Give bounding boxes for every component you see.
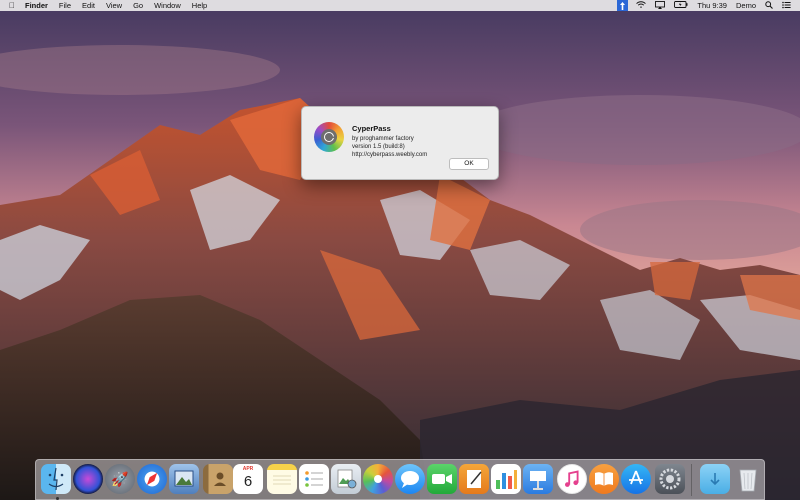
- ok-button[interactable]: OK: [449, 158, 489, 170]
- calendar-day: 6: [243, 473, 253, 490]
- downloads-folder-icon[interactable]: [700, 464, 730, 494]
- numbers-icon[interactable]: [491, 464, 521, 494]
- launchpad-icon[interactable]: 🚀: [105, 464, 135, 494]
- facetime-icon[interactable]: [427, 464, 457, 494]
- contacts-icon[interactable]: [203, 464, 233, 494]
- dialog-url: http://cyberpass.weebly.com: [352, 152, 428, 158]
- system-preferences-icon[interactable]: [655, 464, 685, 494]
- siri-icon[interactable]: [73, 464, 103, 494]
- clock-text[interactable]: Thu 9:39: [697, 1, 727, 10]
- cyperpass-app-icon: [314, 122, 344, 152]
- calendar-icon[interactable]: APR 6: [233, 464, 263, 494]
- messages-icon[interactable]: [395, 464, 425, 494]
- menu-edit[interactable]: Edit: [82, 1, 95, 10]
- calendar-month: APR: [242, 466, 254, 472]
- keynote-icon[interactable]: [523, 464, 553, 494]
- menu-bar:  Finder File Edit View Go Window Help T…: [0, 0, 800, 11]
- ibooks-icon[interactable]: [589, 464, 619, 494]
- menu-file[interactable]: File: [59, 1, 71, 10]
- trash-icon[interactable]: [733, 464, 763, 494]
- photos-icon[interactable]: [363, 464, 393, 494]
- photo-editor-icon[interactable]: [169, 464, 199, 494]
- user-name[interactable]: Demo: [736, 1, 756, 10]
- menu-app-name[interactable]: Finder: [25, 1, 48, 10]
- finder-icon[interactable]: [41, 464, 71, 500]
- reminders-icon[interactable]: [299, 464, 329, 494]
- menu-help[interactable]: Help: [192, 1, 207, 10]
- spotlight-search-icon[interactable]: [765, 0, 773, 11]
- notes-icon[interactable]: [267, 464, 297, 494]
- mountain-landscape: [0, 0, 800, 500]
- cyperpass-status-icon[interactable]: [617, 0, 629, 11]
- dialog-version: version 1.5 (build:8): [352, 144, 405, 150]
- menu-go[interactable]: Go: [133, 1, 143, 10]
- about-dialog: CyperPass by proghammer factory version …: [301, 106, 499, 180]
- pages-icon[interactable]: [459, 464, 489, 494]
- menu-bar-status-area: Thu 9:39 Demo: [617, 0, 800, 11]
- menu-view[interactable]: View: [106, 1, 122, 10]
- menu-window[interactable]: Window: [154, 1, 181, 10]
- battery-icon[interactable]: [674, 1, 688, 10]
- dock: 🚀 APR 6: [35, 459, 765, 500]
- apple-logo-icon[interactable]: : [7, 1, 17, 10]
- wifi-icon[interactable]: [636, 0, 647, 11]
- notification-center-icon[interactable]: [782, 1, 791, 11]
- dialog-app-title: CyperPass: [352, 124, 391, 133]
- dock-separator: [691, 464, 692, 496]
- app-store-icon[interactable]: [621, 464, 651, 494]
- itunes-icon[interactable]: [557, 464, 587, 494]
- airplay-icon[interactable]: [655, 0, 666, 11]
- safari-icon[interactable]: [137, 464, 167, 494]
- desktop-wallpaper: [0, 0, 800, 500]
- dialog-author: by proghammer factory: [352, 136, 414, 142]
- preview-icon[interactable]: [331, 464, 361, 494]
